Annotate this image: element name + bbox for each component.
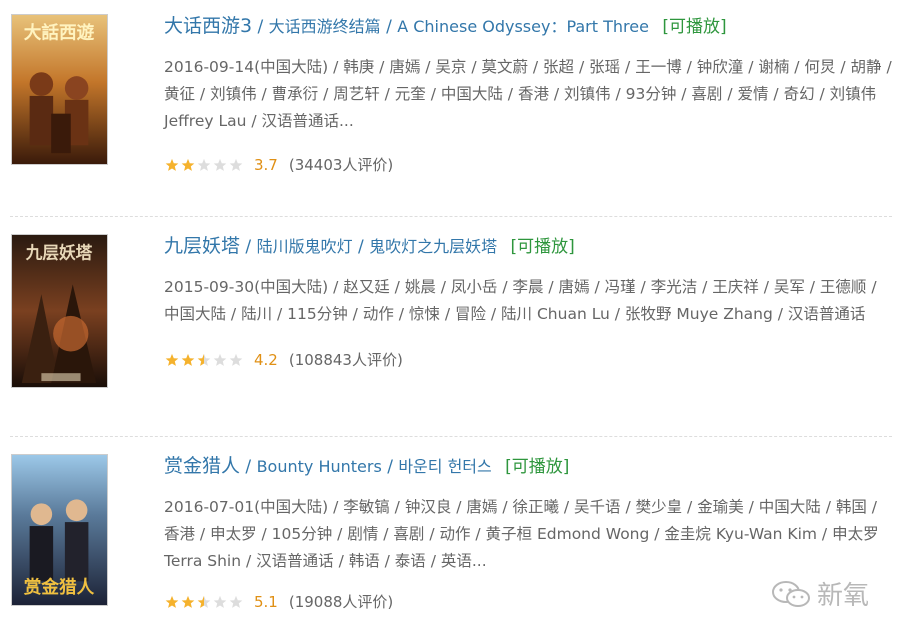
title-separator: / xyxy=(357,237,370,257)
title-separator: / xyxy=(245,237,257,257)
title-separator: / xyxy=(257,17,269,37)
movie-title-link[interactable]: 九层妖塔 xyxy=(164,235,240,257)
playable-badge[interactable]: [可播放] xyxy=(662,17,726,37)
watermark: 新氧 xyxy=(771,575,869,612)
movie-poster[interactable]: 九层妖塔 xyxy=(11,234,108,388)
movie-aka-cn[interactable]: Bounty Hunters xyxy=(257,457,382,476)
star-icon xyxy=(229,158,243,171)
star-icon xyxy=(213,353,227,366)
movie-rating: 4.2 (108843人评价) xyxy=(164,349,891,371)
rating-stars xyxy=(164,353,244,367)
movie-item: 九层妖塔 九层妖塔 / 陆川版鬼吹灯 / 鬼吹灯之九层妖塔 [可播放] 2015… xyxy=(0,218,901,436)
star-icon xyxy=(181,353,195,366)
rating-votes[interactable]: (108843人评价) xyxy=(289,349,403,371)
rating-score: 4.2 xyxy=(254,351,278,369)
star-icon xyxy=(229,353,243,366)
movie-aka-en[interactable]: 鬼吹灯之九层妖塔 xyxy=(369,237,497,256)
rating-votes[interactable]: (19088人评价) xyxy=(289,591,393,613)
movie-item: 大話西遊 大话西游3 / 大话西游终结篇 / A Chinese Odyssey… xyxy=(0,0,901,217)
wechat-icon xyxy=(771,580,810,607)
star-icon xyxy=(197,158,211,171)
rating-stars xyxy=(164,158,244,172)
rating-stars xyxy=(164,595,244,609)
movie-info: 大话西游3 / 大话西游终结篇 / A Chinese Odyssey：Part… xyxy=(164,14,892,176)
poster-image: 赏金猎人 xyxy=(12,455,107,605)
star-icon xyxy=(165,353,179,366)
svg-text:九层妖塔: 九层妖塔 xyxy=(25,243,93,263)
svg-text:赏金猎人: 赏金猎人 xyxy=(24,576,95,598)
title-separator: / xyxy=(245,457,257,477)
svg-text:大話西遊: 大話西遊 xyxy=(24,22,95,44)
movie-poster[interactable]: 赏金猎人 xyxy=(11,454,108,606)
movie-aka-en[interactable]: A Chinese Odyssey：Part Three xyxy=(397,17,649,36)
star-icon xyxy=(229,595,243,608)
movie-title-line: 大话西游3 / 大话西游终结篇 / A Chinese Odyssey：Part… xyxy=(164,14,891,39)
rating-score: 5.1 xyxy=(254,593,278,611)
star-icon xyxy=(181,595,195,608)
movie-title-link[interactable]: 大话西游3 xyxy=(164,15,252,37)
star-icon xyxy=(181,158,195,171)
playable-badge[interactable]: [可播放] xyxy=(511,237,575,257)
movie-meta: 2015-09-30(中国大陆) / 赵又廷 / 姚晨 / 凤小岳 / 李晨 /… xyxy=(164,278,877,323)
star-icon xyxy=(165,595,179,608)
movie-item: 赏金猎人 赏金猎人 / Bounty Hunters / 바운티 헌터스 [可播… xyxy=(0,437,901,637)
movie-results-list: 大話西遊 大话西游3 / 大话西游终结篇 / A Chinese Odyssey… xyxy=(0,0,901,637)
star-icon xyxy=(165,158,179,171)
movie-meta: 2016-07-01(中国大陆) / 李敏镐 / 钟汉良 / 唐嫣 / 徐正曦 … xyxy=(164,498,879,570)
star-icon xyxy=(213,595,227,608)
star-icon xyxy=(197,353,211,366)
star-icon xyxy=(213,158,227,171)
item-divider xyxy=(10,216,892,217)
rating-score: 3.7 xyxy=(254,156,278,174)
title-separator: / xyxy=(386,17,398,37)
poster-image: 九层妖塔 xyxy=(12,235,107,387)
star-icon xyxy=(197,595,211,608)
movie-aka-cn[interactable]: 大话西游终结篇 xyxy=(269,17,381,36)
movie-poster[interactable]: 大話西遊 xyxy=(11,14,108,165)
poster-image: 大話西遊 xyxy=(12,15,107,164)
movie-title-link[interactable]: 赏金猎人 xyxy=(164,455,240,477)
movie-info: 九层妖塔 / 陆川版鬼吹灯 / 鬼吹灯之九层妖塔 [可播放] 2015-09-3… xyxy=(164,234,891,371)
watermark-text: 新氧 xyxy=(816,581,869,611)
playable-badge[interactable]: [可播放] xyxy=(505,457,569,477)
title-separator: / xyxy=(387,457,399,477)
movie-rating: 3.7 (34403人评价) xyxy=(164,154,891,176)
rating-votes[interactable]: (34403人评价) xyxy=(289,154,393,176)
movie-meta: 2016-09-14(中国大陆) / 韩庚 / 唐嫣 / 吴京 / 莫文蔚 / … xyxy=(164,58,892,130)
movie-title-line: 赏金猎人 / Bounty Hunters / 바운티 헌터스 [可播放] xyxy=(164,454,891,479)
movie-aka-en[interactable]: 바운티 헌터스 xyxy=(398,457,491,476)
movie-aka-cn[interactable]: 陆川版鬼吹灯 xyxy=(257,237,353,256)
movie-title-line: 九层妖塔 / 陆川版鬼吹灯 / 鬼吹灯之九层妖塔 [可播放] xyxy=(164,234,891,259)
